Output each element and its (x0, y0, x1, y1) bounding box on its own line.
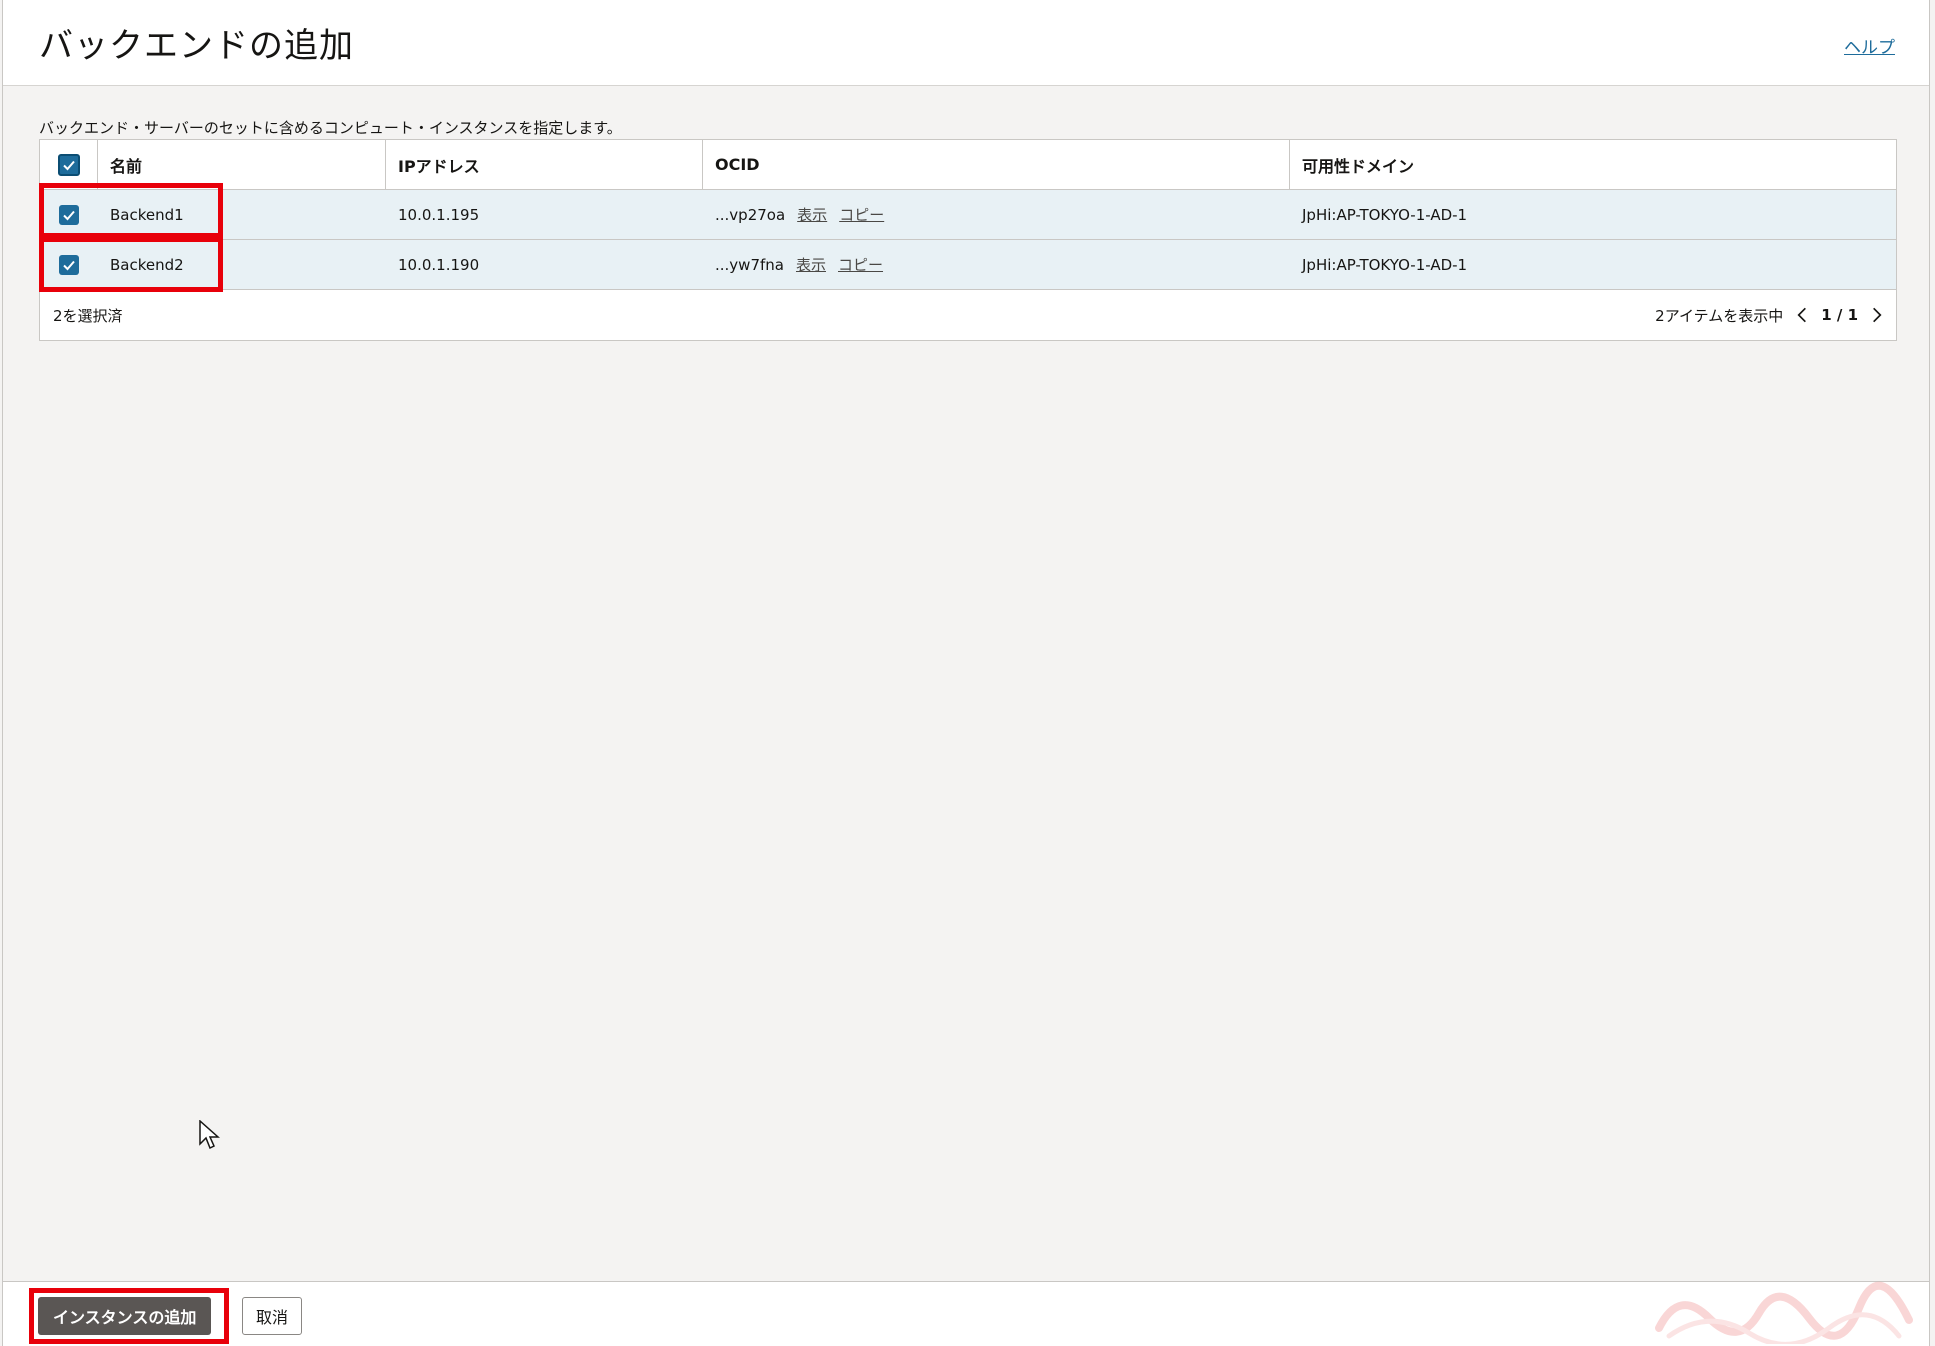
check-icon (62, 210, 75, 220)
row-checkbox[interactable] (58, 204, 79, 225)
items-count: 2アイテムを表示中 (1655, 306, 1784, 325)
select-all-cell (40, 140, 97, 189)
check-icon (62, 260, 75, 270)
selected-count: 2を選択済 (53, 306, 123, 325)
row-select-cell (40, 240, 97, 289)
show-ocid-link[interactable]: 表示 (796, 254, 826, 275)
instance-ip: 10.0.1.195 (398, 205, 480, 224)
instance-name: Backend1 (110, 205, 184, 224)
description-text: バックエンド・サーバーのセットに含めるコンピュート・インスタンスを指定します。 (39, 119, 622, 137)
instance-availability-domain: JpHi:AP-TOKYO-1-AD-1 (1302, 255, 1468, 274)
show-ocid-link[interactable]: 表示 (797, 204, 827, 225)
copy-ocid-link[interactable]: コピー (839, 204, 884, 225)
table-footer: 2を選択済 2アイテムを表示中 1 / 1 (40, 290, 1896, 340)
help-link[interactable]: ヘルプ (1844, 33, 1895, 58)
ocid-value: ...vp27oa (715, 205, 786, 224)
column-divider (97, 140, 98, 190)
check-icon (62, 160, 75, 170)
table-row[interactable]: Backend1 10.0.1.195 ...vp27oa 表示 コピー JpH… (40, 190, 1896, 240)
instance-name: Backend2 (110, 255, 184, 274)
panel-header: バックエンドの追加 ヘルプ (3, 0, 1929, 86)
row-select-cell (40, 190, 97, 239)
instance-ocid: ...yw7fna 表示 コピー (715, 240, 883, 289)
page-title: バックエンドの追加 (39, 26, 354, 66)
row-checkbox[interactable] (58, 254, 79, 275)
instance-ocid: ...vp27oa 表示 コピー (715, 190, 884, 239)
column-header-ip[interactable]: IPアドレス (398, 140, 480, 189)
mouse-cursor-icon (199, 1120, 220, 1150)
add-instances-button[interactable]: インスタンスの追加 (38, 1297, 212, 1335)
action-bar: インスタンスの追加 取消 (3, 1281, 1929, 1346)
pagination: 2アイテムを表示中 1 / 1 (1655, 305, 1886, 326)
column-header-availability-domain[interactable]: 可用性ドメイン (1302, 140, 1414, 189)
cancel-button[interactable]: 取消 (242, 1297, 303, 1335)
table-header-row: 名前 IPアドレス OCID 可用性ドメイン (40, 140, 1896, 190)
instances-table: 名前 IPアドレス OCID 可用性ドメイン Backend1 10.0.1.1… (39, 139, 1897, 341)
add-backend-panel: バックエンドの追加 ヘルプ バックエンド・サーバーのセットに含めるコンピュート・… (2, 0, 1930, 1346)
column-divider (385, 140, 386, 190)
column-header-name[interactable]: 名前 (110, 140, 142, 189)
column-divider (1289, 140, 1290, 190)
copy-ocid-link[interactable]: コピー (838, 254, 883, 275)
chevron-right-icon[interactable] (1868, 306, 1886, 324)
instance-ip: 10.0.1.190 (398, 255, 480, 274)
watermark-logo-icon (1655, 1281, 1913, 1344)
column-header-ocid[interactable]: OCID (715, 140, 760, 189)
chevron-left-icon[interactable] (1793, 306, 1811, 324)
column-divider (702, 140, 703, 190)
instance-availability-domain: JpHi:AP-TOKYO-1-AD-1 (1302, 205, 1468, 224)
select-all-checkbox[interactable] (57, 153, 80, 176)
page-indicator: 1 / 1 (1821, 306, 1858, 324)
table-row[interactable]: Backend2 10.0.1.190 ...yw7fna 表示 コピー JpH… (40, 240, 1896, 290)
ocid-value: ...yw7fna (715, 255, 784, 274)
